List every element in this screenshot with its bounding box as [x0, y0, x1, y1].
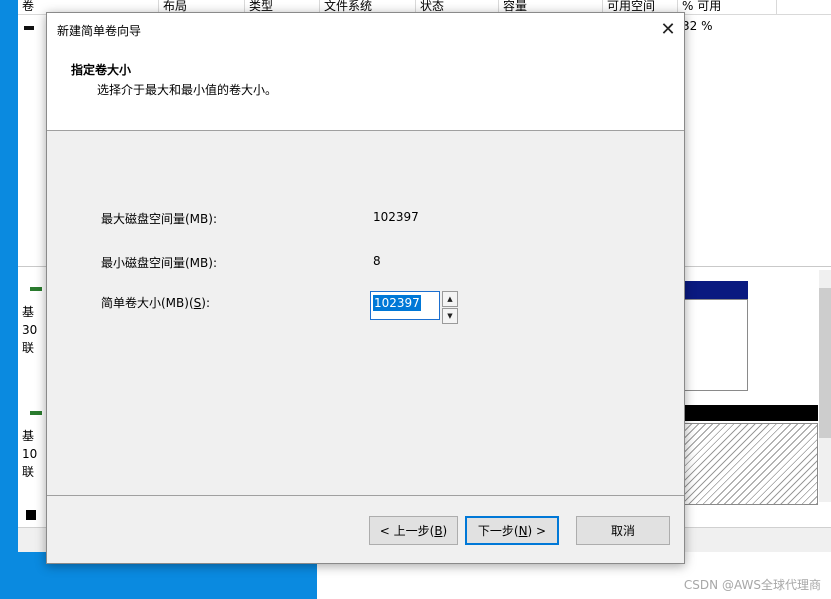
disk-icon: [30, 411, 42, 415]
step-title: 指定卷大小: [71, 63, 132, 77]
step-subtitle: 选择介于最大和最小值的卷大小。: [97, 83, 278, 97]
close-icon: ✕: [660, 18, 676, 40]
volume-size-spinner[interactable]: 102397 ▲ ▼: [370, 291, 458, 324]
min-size-label: 最小磁盘空间量(MB):: [101, 256, 217, 270]
dialog-titlebar[interactable]: 新建简单卷向导 ✕: [47, 13, 684, 45]
max-size-value: 102397: [373, 210, 419, 224]
percent-free-value: 32 %: [682, 19, 713, 33]
volume-size-input[interactable]: [370, 291, 440, 320]
column-extra: [776, 0, 781, 14]
close-button[interactable]: ✕: [652, 13, 684, 45]
partition-block[interactable]: [684, 299, 748, 391]
footer-divider: [47, 495, 684, 496]
back-button[interactable]: < 上一步(B): [369, 516, 458, 545]
min-size-value: 8: [373, 254, 381, 268]
spinner-buttons: ▲ ▼: [442, 291, 458, 324]
wizard-header: 指定卷大小 选择介于最大和最小值的卷大小。: [47, 45, 684, 131]
volume-icon: [24, 26, 34, 30]
scrollbar-thumb[interactable]: [819, 288, 831, 438]
disk-icon: [30, 287, 42, 291]
volume-size-label: 简单卷大小(MB)(S):: [101, 296, 210, 310]
dialog-title: 新建简单卷向导: [57, 24, 142, 38]
unallocated-block[interactable]: [684, 423, 818, 505]
next-button[interactable]: 下一步(N) >: [465, 516, 559, 545]
triangle-up-icon: ▲: [447, 295, 453, 303]
unallocated-bar: [684, 405, 818, 421]
new-simple-volume-wizard: 新建简单卷向导 ✕ 指定卷大小 选择介于最大和最小值的卷大小。 最大磁盘空间量(…: [46, 12, 685, 564]
scrollbar[interactable]: [819, 270, 831, 502]
column-volume[interactable]: 卷: [18, 0, 34, 14]
legend-unallocated-swatch: [26, 510, 36, 520]
spin-up-button[interactable]: ▲: [442, 291, 458, 307]
spin-down-button[interactable]: ▼: [442, 308, 458, 324]
cancel-button[interactable]: 取消: [576, 516, 670, 545]
partition-bar: [684, 281, 748, 299]
max-size-label: 最大磁盘空间量(MB):: [101, 212, 217, 226]
triangle-down-icon: ▼: [447, 312, 453, 320]
watermark: CSDN @AWS全球代理商: [683, 578, 821, 592]
